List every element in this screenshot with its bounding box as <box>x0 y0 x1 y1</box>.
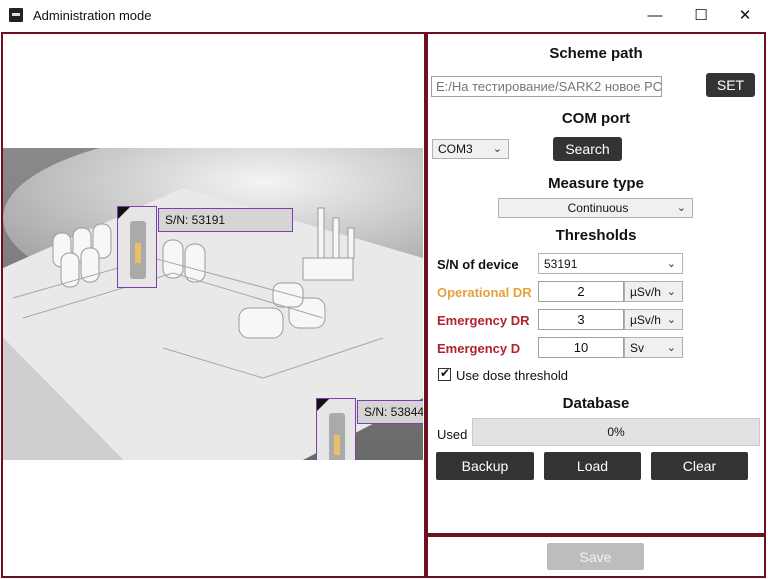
emergency-d-unit: Sv <box>630 341 645 355</box>
device-marker-53844[interactable] <box>316 398 356 460</box>
chevron-down-icon: ⌄ <box>666 342 676 354</box>
chevron-down-icon: ⌄ <box>666 314 676 326</box>
db-used-progress: 0% <box>472 418 760 446</box>
plant-scheme-image: S/N: 53191 S/N: 53844 <box>3 148 423 460</box>
clear-button[interactable]: Clear <box>651 452 748 480</box>
search-com-button[interactable]: Search <box>553 137 622 161</box>
minimize-button[interactable]: — <box>632 0 678 30</box>
sn-device-value: 53191 <box>544 257 578 271</box>
chevron-down-icon: ⌄ <box>492 143 502 155</box>
com-port-value: COM3 <box>438 142 473 156</box>
database-title: Database <box>562 395 630 412</box>
operational-dr-input[interactable]: 2 <box>538 281 624 302</box>
emergency-dr-unit-select[interactable]: µSv/h ⌄ <box>624 309 683 330</box>
operational-dr-label: Operational DR <box>437 285 532 300</box>
device-tag-53844[interactable]: S/N: 53844 <box>357 400 423 424</box>
com-port-title: COM port <box>561 110 631 127</box>
chevron-down-icon: ⌄ <box>676 202 686 214</box>
device-tag-53191[interactable]: S/N: 53191 <box>158 208 293 232</box>
title-bar: Administration mode — ☐ ✕ <box>0 0 768 30</box>
measure-type-title: Measure type <box>548 175 644 192</box>
measure-type-value: Continuous <box>567 201 629 215</box>
com-port-select[interactable]: COM3 ⌄ <box>432 139 509 159</box>
maximize-button[interactable]: ☐ <box>678 0 724 30</box>
emergency-d-label: Emergency D <box>437 341 521 356</box>
db-used-label: Used <box>437 427 468 442</box>
device-marker-53191[interactable] <box>117 206 157 288</box>
emergency-dr-input[interactable]: 3 <box>538 309 624 330</box>
emergency-d-unit-select[interactable]: Sv ⌄ <box>624 337 683 358</box>
sn-device-label: S/N of device <box>437 257 519 272</box>
operational-dr-unit-select[interactable]: µSv/h ⌄ <box>624 281 683 302</box>
emergency-dr-unit: µSv/h <box>630 313 661 327</box>
scheme-path-input[interactable]: E:/На тестирование/SARK2 новое PC <box>431 76 662 97</box>
scheme-path-title: Scheme path <box>549 45 643 62</box>
close-button[interactable]: ✕ <box>722 0 768 30</box>
set-path-button[interactable]: SET <box>706 73 755 97</box>
load-button[interactable]: Load <box>544 452 641 480</box>
db-used-percent: 0% <box>607 425 625 439</box>
operational-dr-unit: µSv/h <box>630 285 661 299</box>
sn-device-select[interactable]: 53191 ⌄ <box>538 253 683 274</box>
dose-threshold-checkbox[interactable] <box>438 366 451 381</box>
dose-threshold-label: Use dose threshold <box>456 368 569 383</box>
backup-button[interactable]: Backup <box>436 452 534 480</box>
emergency-d-input[interactable]: 10 <box>538 337 624 358</box>
thresholds-title: Thresholds <box>555 227 637 244</box>
app-icon <box>9 8 23 22</box>
emergency-dr-label: Emergency DR <box>437 313 530 328</box>
chevron-down-icon: ⌄ <box>666 286 676 298</box>
measure-type-select[interactable]: Continuous ⌄ <box>498 198 693 218</box>
window-title: Administration mode <box>33 8 152 23</box>
chevron-down-icon: ⌄ <box>666 258 676 270</box>
save-button[interactable]: Save <box>547 543 644 570</box>
